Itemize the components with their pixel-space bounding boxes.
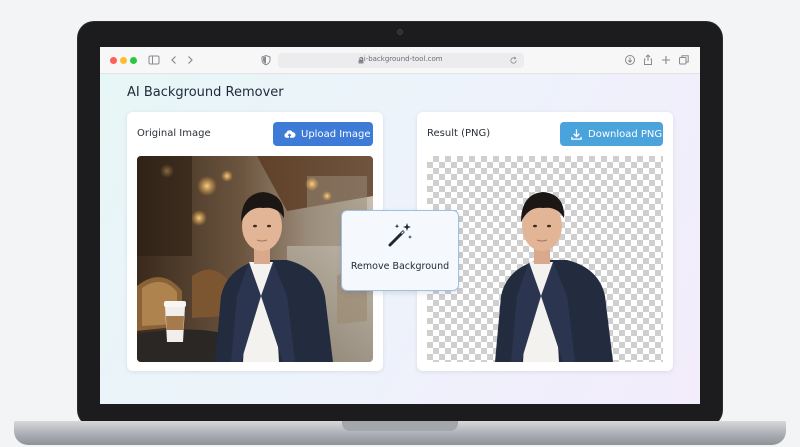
- download-png-button[interactable]: Download PNG: [560, 122, 663, 146]
- webcam: [397, 29, 403, 35]
- cloud-upload-icon: [284, 129, 296, 139]
- download-button-label: Download PNG: [588, 128, 663, 140]
- download-icon[interactable]: [624, 54, 636, 66]
- share-icon[interactable]: [642, 54, 654, 66]
- forward-icon[interactable]: [184, 54, 196, 66]
- tab-overview-icon[interactable]: [678, 54, 690, 66]
- result-card-title: Result (PNG): [427, 128, 491, 139]
- maximize-window-button[interactable]: [130, 57, 137, 64]
- back-icon[interactable]: [168, 54, 180, 66]
- minimize-window-button[interactable]: [120, 57, 127, 64]
- sidebar-icon[interactable]: [148, 54, 160, 66]
- app-content: AI Background Remover Original Image Upl…: [100, 74, 700, 404]
- original-card-title: Original Image: [137, 128, 211, 139]
- browser-toolbar: ai-background-tool.com: [100, 47, 700, 74]
- result-transparent-image: [427, 156, 663, 362]
- remove-background-button[interactable]: Remove Background: [341, 210, 459, 291]
- upload-button-label: Upload Image: [301, 128, 371, 140]
- browser-window: ai-background-tool.com AI Background Rem…: [100, 47, 700, 404]
- address-bar[interactable]: ai-background-tool.com: [278, 53, 524, 68]
- remove-background-label: Remove Background: [350, 261, 450, 272]
- laptop-notch: [342, 421, 458, 431]
- reload-icon[interactable]: [509, 56, 518, 65]
- upload-image-button[interactable]: Upload Image: [273, 122, 373, 146]
- original-photo: [137, 156, 373, 362]
- magic-wand-icon: [388, 223, 412, 247]
- privacy-shield-icon[interactable]: [260, 54, 272, 66]
- close-window-button[interactable]: [110, 57, 117, 64]
- page-title: AI Background Remover: [127, 85, 284, 100]
- new-tab-icon[interactable]: [660, 54, 672, 66]
- url-text: ai-background-tool.com: [359, 55, 443, 63]
- download-icon: [571, 128, 582, 140]
